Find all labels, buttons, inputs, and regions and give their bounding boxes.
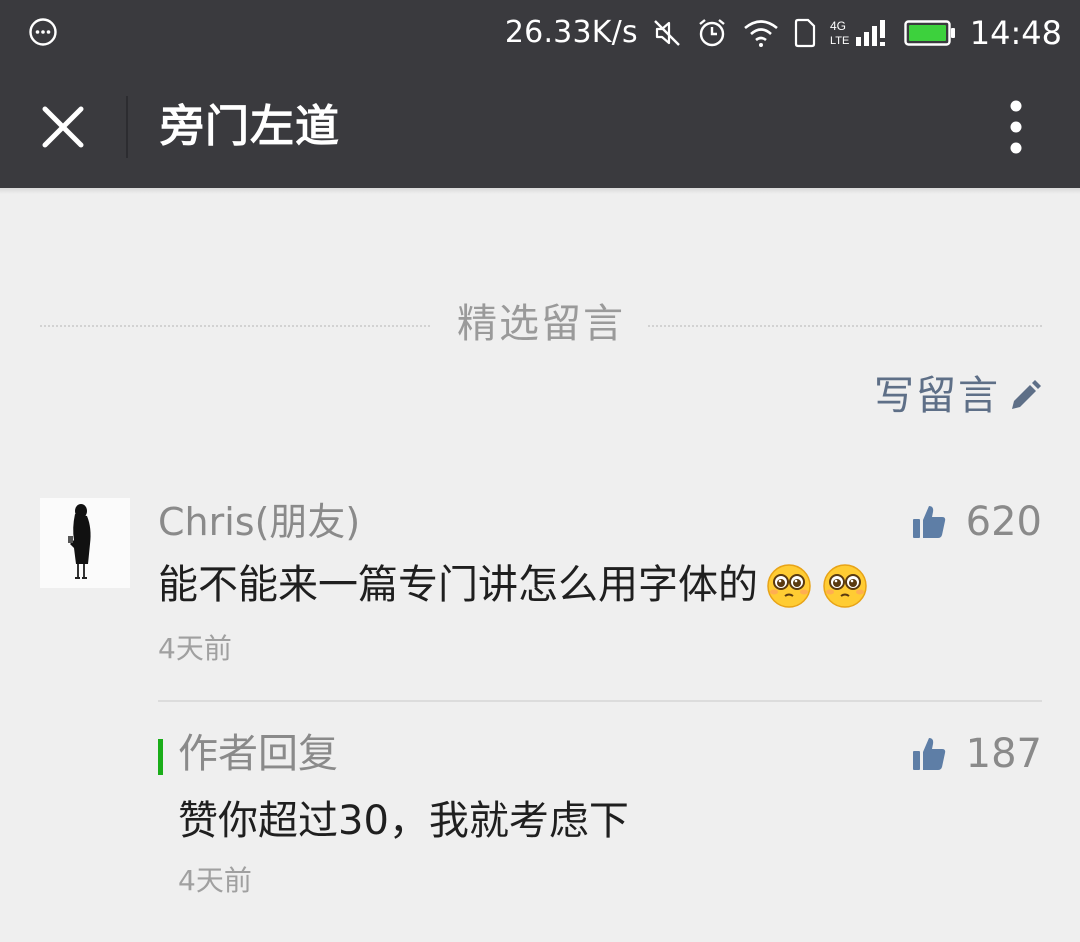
section-divider-right — [648, 325, 1042, 327]
pleading-face-emoji — [823, 564, 867, 608]
avatar-image — [40, 498, 130, 588]
network-speed: 26.33K/s — [504, 15, 638, 50]
status-bar: 26.33K/s 4G LTE 14:48 — [0, 0, 1080, 66]
comment-like-button[interactable]: 620 — [912, 492, 1042, 552]
avatar[interactable] — [40, 498, 130, 588]
sim-icon — [794, 18, 815, 48]
reply-label: 作者回复 — [178, 731, 338, 777]
title-divider — [126, 96, 128, 158]
4g-lte-icon: 4G LTE — [830, 19, 885, 47]
section-title: 精选留言 — [457, 301, 625, 347]
more-vertical-icon — [1010, 100, 1022, 154]
reply-accent-bar — [158, 739, 163, 775]
write-comment-button[interactable]: 写留言 — [874, 368, 1042, 424]
alarm-icon — [699, 19, 725, 47]
svg-text:4G: 4G — [830, 19, 846, 33]
reply-like-count: 187 — [965, 731, 1042, 777]
clock: 14:48 — [969, 14, 1062, 52]
reply-text: 赞你超过30，我就考虑下 — [178, 798, 629, 844]
section-header: 精选留言 — [40, 292, 1042, 356]
thumbs-up-icon — [912, 506, 945, 538]
page-title: 旁门左道 — [160, 101, 340, 152]
battery-icon — [904, 20, 955, 46]
comment-reply-separator — [158, 700, 1042, 702]
mute-icon — [653, 20, 680, 46]
reply-timestamp: 4天前 — [178, 864, 252, 897]
comment-author: Chris(朋友) — [158, 500, 361, 544]
comment-body: 能不能来一篇专门讲怎么用字体的 — [158, 556, 870, 614]
section-divider-left — [40, 325, 430, 327]
status-indicators: 26.33K/s 4G LTE 14:48 — [505, 10, 1062, 56]
close-icon — [42, 106, 84, 148]
title-bar-shadow — [0, 188, 1080, 194]
reply-like-button[interactable]: 187 — [912, 724, 1042, 784]
close-button[interactable] — [30, 94, 96, 160]
chat-bubble-icon — [29, 18, 57, 46]
write-comment-label: 写留言 — [874, 373, 1000, 419]
pleading-face-emoji — [767, 564, 811, 608]
svg-text:LTE: LTE — [830, 35, 849, 47]
pencil-icon — [1012, 380, 1041, 409]
title-bar: 旁门左道 — [0, 66, 1080, 188]
comment-text: 能不能来一篇专门讲怎么用字体的 — [158, 562, 758, 608]
comment-like-count: 620 — [965, 499, 1042, 545]
comment-timestamp: 4天前 — [158, 632, 232, 665]
wifi-icon — [743, 20, 778, 47]
more-options-button[interactable] — [988, 98, 1044, 156]
thumbs-up-icon — [912, 738, 945, 770]
